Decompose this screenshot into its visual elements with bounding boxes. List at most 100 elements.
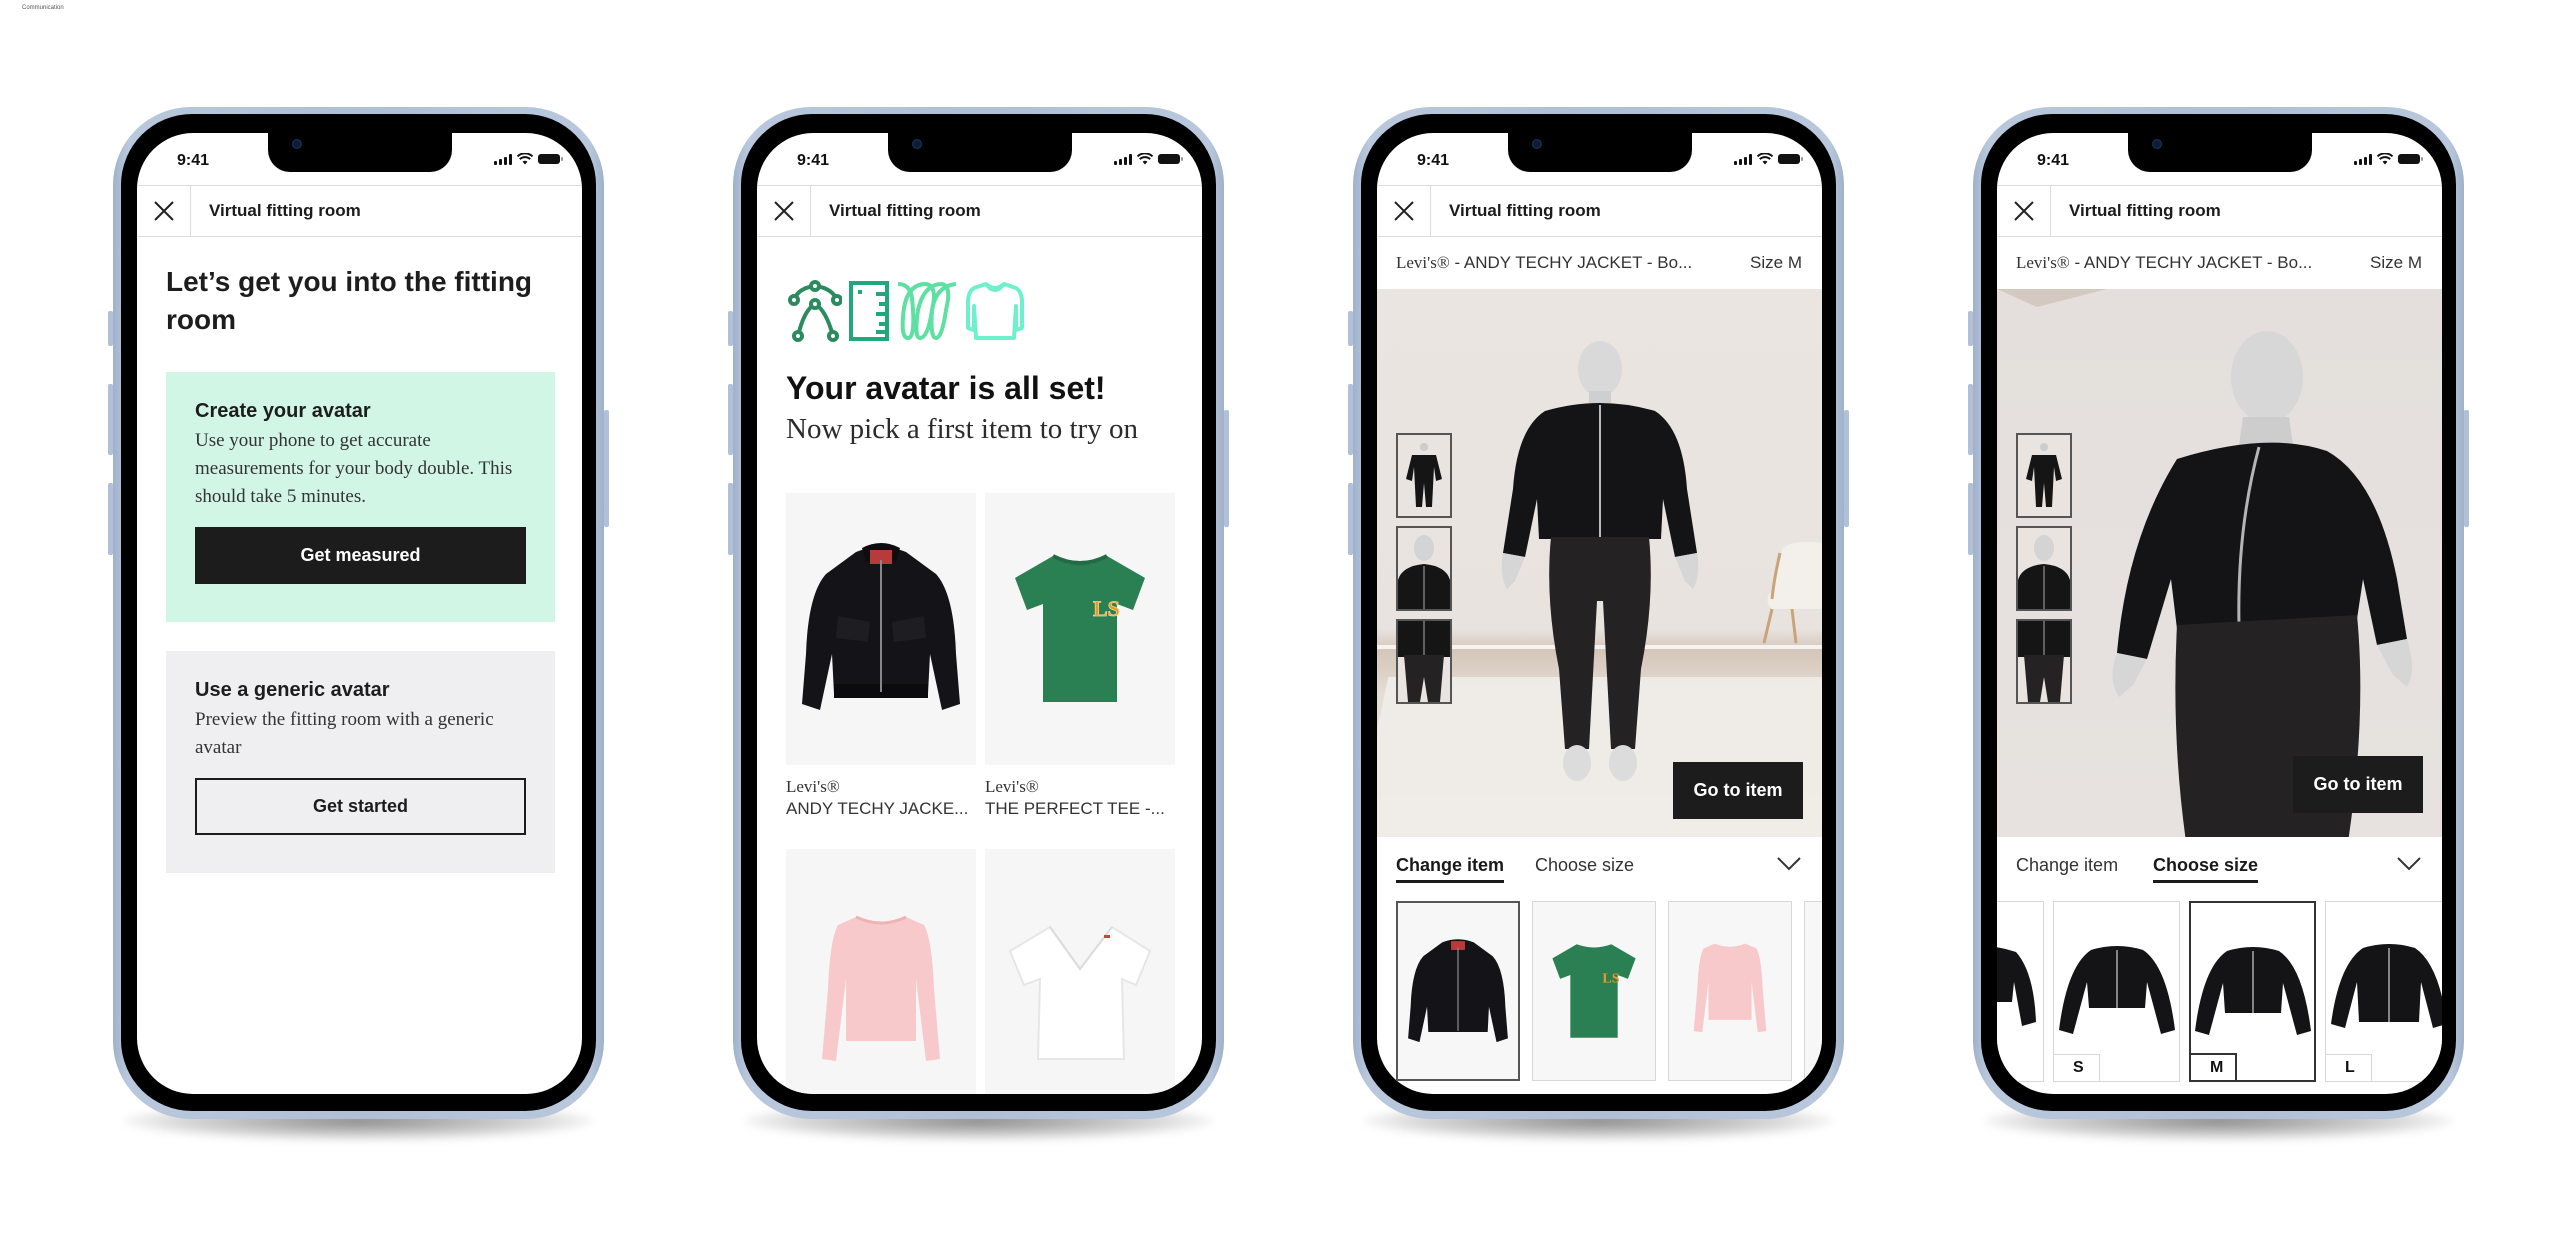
tab-choose-size[interactable]: Choose size xyxy=(2153,855,2259,883)
card-title: Use a generic avatar xyxy=(195,679,390,701)
card-body: Preview the fitting room with a generic … xyxy=(195,709,494,758)
screen-avatar-ready: 9:41 Virtual fitting room Your avatar is… xyxy=(757,133,1202,1094)
wifi-icon xyxy=(1137,153,1153,165)
status-time: 9:41 xyxy=(177,152,210,169)
tab-change-item[interactable]: Change item xyxy=(1396,855,1505,883)
screen-welcome: 9:41 Virtual fitting room Let’s get you … xyxy=(137,133,582,1094)
product-grid: Levi's® ANDY TECHY JACKE... LS Levi's® T… xyxy=(786,493,1176,1094)
product-card[interactable] xyxy=(786,819,976,1094)
chevron-down-icon[interactable] xyxy=(2397,857,2421,871)
header-title: Virtual fitting room xyxy=(829,201,981,220)
product-image xyxy=(786,849,976,1094)
battery-icon xyxy=(538,154,563,164)
get-measured-button[interactable]: Get measured xyxy=(195,527,526,584)
view-thumb-lower-body[interactable] xyxy=(2016,619,2072,704)
get-started-button[interactable]: Get started xyxy=(195,778,526,835)
avatar-3d-viewer[interactable]: Go to item xyxy=(1377,289,1822,837)
view-thumb-upper-body[interactable] xyxy=(1396,526,1452,611)
view-thumb-full-body[interactable] xyxy=(2016,433,2072,518)
wifi-icon xyxy=(517,153,533,165)
signal-icon xyxy=(2354,153,2372,165)
close-icon xyxy=(2013,201,2034,221)
avatar-steps-icons xyxy=(788,280,1026,342)
close-button[interactable] xyxy=(757,186,811,236)
size-option-s[interactable]: S xyxy=(2053,901,2180,1082)
signal-icon xyxy=(494,153,512,165)
size-label: M xyxy=(2191,1053,2237,1080)
status-time: 9:41 xyxy=(1417,152,1450,169)
view-thumbnails xyxy=(2016,433,2072,704)
current-item-bar: Levi's® - ANDY TECHY JACKET - Bo... Size… xyxy=(1997,237,2442,289)
svg-text:LS: LS xyxy=(1602,971,1619,987)
current-item-size: Size M xyxy=(2370,253,2422,272)
page-subtitle: Now pick a first item to try on xyxy=(786,413,1138,445)
close-icon xyxy=(153,201,174,221)
phone-mockup-welcome: 9:41 Virtual fitting room Let’s get you … xyxy=(108,107,609,1141)
avatar-figure xyxy=(1501,341,1699,781)
tab-choose-size[interactable]: Choose size xyxy=(1535,855,1634,880)
current-item-name: Levi's® - ANDY TECHY JACKET - Bo... xyxy=(2016,253,2313,272)
top-header: Virtual fitting room xyxy=(757,185,1202,237)
view-thumbnails xyxy=(1396,433,1452,704)
bottom-tabs: Change item Choose size xyxy=(1377,837,1822,897)
header-title: Virtual fitting room xyxy=(2069,201,2221,220)
carousel-item[interactable] xyxy=(1668,901,1792,1081)
ruler-icon xyxy=(849,281,889,341)
product-card[interactable] xyxy=(985,819,1175,1094)
avatar-3d-viewer[interactable]: Go to item xyxy=(1997,289,2442,837)
battery-icon xyxy=(1158,154,1183,164)
chevron-down-icon[interactable] xyxy=(1777,857,1801,871)
close-button[interactable] xyxy=(1377,186,1431,236)
card-title: Create your avatar xyxy=(195,400,371,422)
close-button[interactable] xyxy=(1997,186,2051,236)
generic-avatar-card: Use a generic avatar Preview the fitting… xyxy=(166,651,555,873)
page-title: Let’s get you into the fitting room xyxy=(166,266,533,335)
sweater-icon xyxy=(966,282,1024,340)
loops-icon xyxy=(897,281,957,341)
header-title: Virtual fitting room xyxy=(1449,201,1601,220)
current-item-size: Size M xyxy=(1750,253,1802,272)
green-tee-image: LS xyxy=(1552,944,1636,1038)
product-card[interactable]: Levi's® ANDY TECHY JACKE... xyxy=(786,493,976,819)
top-header: Virtual fitting room xyxy=(137,185,582,237)
view-thumb-upper-body[interactable] xyxy=(2016,526,2072,611)
black-bomber-jacket-image xyxy=(1408,939,1508,1043)
svg-text:LS: LS xyxy=(1093,596,1120,621)
pink-long-sleeve-top-image xyxy=(1693,943,1767,1033)
product-image xyxy=(985,849,1175,1094)
view-thumb-full-body[interactable] xyxy=(1396,433,1452,518)
carousel-item[interactable] xyxy=(1396,901,1520,1081)
current-item-name: Levi's® - ANDY TECHY JACKET - Bo... xyxy=(1396,253,1693,272)
product-card[interactable]: LS Levi's® THE PERFECT TEE -... xyxy=(985,493,1175,819)
product-image: LS xyxy=(985,493,1175,765)
view-thumb-lower-body[interactable] xyxy=(1396,619,1452,704)
close-button[interactable] xyxy=(137,186,191,236)
size-label: L xyxy=(2326,1054,2372,1081)
carousel-item[interactable] xyxy=(1804,901,1822,1081)
status-time: 9:41 xyxy=(797,152,830,169)
size-option-xs[interactable] xyxy=(1997,901,2044,1082)
wifi-icon xyxy=(2377,153,2393,165)
close-icon xyxy=(773,201,794,221)
size-carousel: S M L xyxy=(1997,901,2442,1087)
green-tee-image: LS xyxy=(1015,554,1145,702)
create-avatar-card: Create your avatar Use your phone to get… xyxy=(166,372,555,622)
pink-long-sleeve-top-image xyxy=(822,915,940,1061)
wifi-icon xyxy=(1757,153,1773,165)
product-brand: Levi's® xyxy=(786,777,840,796)
bottom-tabs: Change item Choose size xyxy=(1997,837,2442,897)
product-name: THE PERFECT TEE -... xyxy=(985,799,1165,818)
tab-change-item[interactable]: Change item xyxy=(2016,855,2118,880)
close-icon xyxy=(1393,201,1414,221)
phone-mockup-avatar-ready: 9:41 Virtual fitting room Your avatar is… xyxy=(728,107,1229,1141)
product-image xyxy=(786,493,976,765)
go-to-item-button[interactable]: Go to item xyxy=(2293,756,2423,813)
size-option-m[interactable]: M xyxy=(2189,901,2316,1082)
status-time: 9:41 xyxy=(2037,152,2070,169)
go-to-item-button[interactable]: Go to item xyxy=(1673,762,1803,819)
carousel-item[interactable]: LS xyxy=(1532,901,1656,1081)
size-option-l[interactable]: L xyxy=(2325,901,2442,1082)
black-bomber-jacket-image xyxy=(802,543,960,710)
screen-fitting-room-size: 9:41 Virtual fitting room Levi's® - ANDY… xyxy=(1997,133,2442,1094)
phone-mockup-fitting-choose-size: 9:41 Virtual fitting room Levi's® - ANDY… xyxy=(1968,107,2469,1141)
